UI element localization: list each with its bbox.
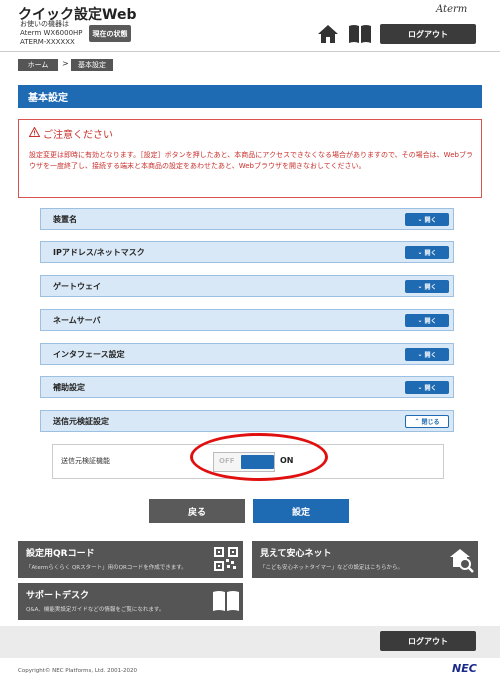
chevron-down-icon: ⌄	[417, 249, 423, 256]
device-name: ATERM-XXXXXX	[20, 38, 75, 46]
device-caption: お使いの機器は Aterm WX6000HP ATERM-XXXXXX	[20, 20, 83, 47]
highlight-annotation	[190, 433, 328, 481]
section-ip-netmask[interactable]: IPアドレス/ネットマスク ⌄ 開く	[40, 241, 454, 263]
card-desc: 「Atermらくらく QRスタート」用のQRコードを作成できます。	[26, 565, 187, 571]
notice-text: 設定変更は即時に有効となります。［設定］ボタンを押したあと、本商品にアクセスでき…	[29, 151, 473, 170]
copyright-text: Copyright© NEC Platforms, Ltd. 2001-2020	[18, 668, 138, 674]
qr-code-icon	[214, 547, 238, 575]
section-label: 装置名	[53, 214, 77, 224]
section-open-button[interactable]: ⌄ 開く	[405, 314, 449, 327]
section-interface[interactable]: インタフェース設定 ⌄ 開く	[40, 343, 454, 365]
house-search-icon	[448, 547, 474, 577]
header-divider	[0, 51, 500, 52]
apply-button[interactable]: 設定	[253, 499, 349, 523]
book-icon	[212, 590, 240, 616]
breadcrumb-current: 基本設定	[71, 59, 113, 71]
section-label: 送信元検証設定	[53, 416, 109, 426]
aterm-logo: Aterm	[436, 4, 468, 15]
section-open-button[interactable]: ⌄ 開く	[405, 213, 449, 226]
section-open-button[interactable]: ⌄ 開く	[405, 348, 449, 361]
safe-net-card[interactable]: 見えて安心ネット 「こども安心ネットタイマー」などの設定はこちらから。	[252, 541, 478, 578]
section-label: 補助設定	[53, 382, 85, 392]
section-close-button[interactable]: ⌃ 閉じる	[405, 415, 449, 428]
section-open-button[interactable]: ⌄ 開く	[405, 280, 449, 293]
chevron-down-icon: ⌄	[417, 216, 423, 223]
section-label: ネームサーバ	[53, 315, 101, 325]
card-desc: 「こども安心ネットタイマー」などの設定はこちらから。	[260, 565, 404, 571]
breadcrumb-home[interactable]: ホーム	[18, 59, 58, 71]
page-title: 基本設定	[18, 85, 482, 108]
section-auxiliary[interactable]: 補助設定 ⌄ 開く	[40, 376, 454, 398]
logout-button-bottom[interactable]: ログアウト	[380, 631, 476, 651]
chevron-down-icon: ⌄	[417, 384, 423, 391]
section-gateway[interactable]: ゲートウェイ ⌄ 開く	[40, 275, 454, 297]
device-model: Aterm WX6000HP	[20, 29, 83, 37]
section-device-name[interactable]: 装置名 ⌄ 開く	[40, 208, 454, 230]
section-name-server[interactable]: ネームサーバ ⌄ 開く	[40, 309, 454, 331]
chevron-up-icon: ⌃	[414, 418, 420, 425]
section-label: ゲートウェイ	[53, 281, 101, 291]
manual-book-icon[interactable]	[348, 24, 372, 44]
card-title: 設定用QRコード	[26, 549, 95, 559]
card-title: サポートデスク	[26, 591, 90, 601]
support-desk-card[interactable]: サポートデスク Q&A、機能実設定ガイドなどの情報をご覧になれます。	[18, 583, 243, 620]
caution-notice: ご注意ください 設定変更は即時に有効となります。［設定］ボタンを押したあと、本商…	[18, 119, 482, 198]
chevron-down-icon: ⌄	[417, 351, 423, 358]
section-open-button[interactable]: ⌄ 開く	[405, 246, 449, 259]
warning-icon	[28, 126, 41, 140]
section-label: IPアドレス/ネットマスク	[53, 247, 145, 257]
section-source-validation[interactable]: 送信元検証設定 ⌃ 閉じる	[40, 410, 454, 432]
setting-label: 送信元検証機能	[61, 457, 110, 465]
device-caption-line: お使いの機器は	[20, 20, 69, 28]
chevron-down-icon: ⌄	[417, 283, 423, 290]
breadcrumb-separator: >	[62, 59, 69, 68]
section-label: インタフェース設定	[53, 349, 125, 359]
back-button[interactable]: 戻る	[149, 499, 245, 523]
current-status-button[interactable]: 現在の状態	[89, 25, 131, 42]
section-open-button[interactable]: ⌄ 開く	[405, 381, 449, 394]
qr-code-card[interactable]: 設定用QRコード 「Atermらくらく QRスタート」用のQRコードを作成できま…	[18, 541, 243, 578]
notice-title: ご注意ください	[28, 126, 113, 141]
notice-title-text: ご注意ください	[43, 130, 113, 141]
card-title: 見えて安心ネット	[260, 549, 332, 559]
nec-logo: NEC	[452, 662, 477, 675]
chevron-down-icon: ⌄	[417, 317, 423, 324]
home-icon[interactable]	[317, 24, 339, 44]
logout-button[interactable]: ログアウト	[380, 24, 476, 44]
card-desc: Q&A、機能実設定ガイドなどの情報をご覧になれます。	[26, 607, 165, 613]
